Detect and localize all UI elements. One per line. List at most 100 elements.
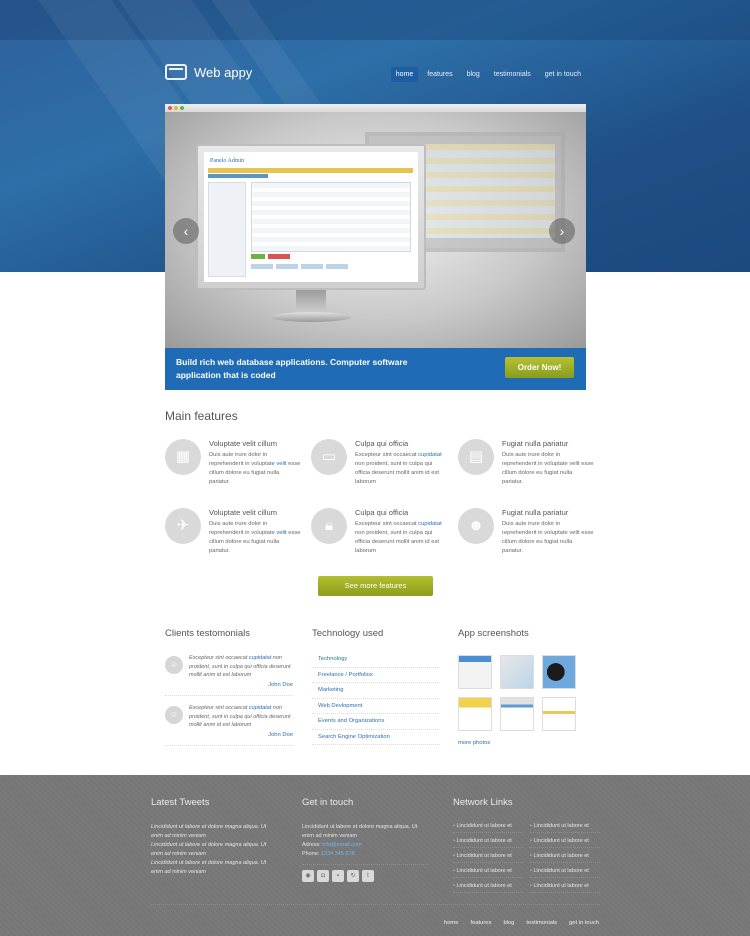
footer-nav-blog[interactable]: blog bbox=[503, 920, 514, 926]
testimonial-author[interactable]: John Doe bbox=[268, 682, 293, 688]
slide-caption: Build rich web database applications. Co… bbox=[165, 348, 586, 390]
testimonial-quote: Excepteur sint occaecat cupidatat non pr… bbox=[189, 655, 291, 678]
window-dot-icon bbox=[168, 106, 172, 110]
technology-link[interactable]: Web Devlopment bbox=[312, 699, 440, 714]
users-icon: ☻ bbox=[458, 508, 494, 544]
window-dot-icon bbox=[174, 106, 178, 110]
camera-icon[interactable]: ◘ bbox=[317, 870, 329, 882]
feature-item: ▤ Fugiat nulla pariatur Duis aute irure … bbox=[458, 439, 598, 499]
network-link[interactable]: Lincididunt ut labore et bbox=[453, 868, 523, 878]
feature-description: Duis aute irure dolor in reprehenderit i… bbox=[502, 521, 594, 554]
network-link[interactable]: Lincididunt ut labore et bbox=[453, 823, 523, 833]
more-photos-link[interactable]: more photos bbox=[458, 740, 490, 746]
technology-link[interactable]: Events and Organizations bbox=[312, 714, 440, 730]
feature-title: Fugiat nulla pariatur bbox=[502, 439, 569, 448]
feature-item: 🔒︎ Culpa qui officia Excepteur sint occa… bbox=[311, 508, 451, 568]
monitor-stand bbox=[296, 290, 326, 314]
network-link[interactable]: Lincididunt ut labore et bbox=[530, 868, 600, 878]
feature-item: ✈ Voluptate velit cillum Duis aute irure… bbox=[165, 508, 305, 568]
feature-link[interactable]: velit bbox=[276, 461, 286, 467]
documents-icon: ▤ bbox=[458, 439, 494, 475]
see-more-features-button[interactable]: See more features bbox=[318, 576, 433, 596]
technology-link[interactable]: Freelance / Portfolios bbox=[312, 668, 440, 683]
feature-link[interactable]: cupidatat bbox=[418, 521, 442, 527]
presentation-icon: ▦ bbox=[165, 439, 201, 475]
screen-sidebar bbox=[208, 182, 246, 277]
network-link[interactable]: Lincididunt ut labore et bbox=[530, 883, 600, 893]
address-label: Adress: bbox=[302, 842, 321, 848]
screen-table bbox=[251, 182, 411, 252]
feature-link[interactable]: cupidatat bbox=[418, 452, 442, 458]
nav-blog[interactable]: blog bbox=[462, 67, 485, 82]
quote-link[interactable]: cupidatat bbox=[249, 655, 271, 661]
feature-description: Duis aute irure dolor in reprehenderit i… bbox=[209, 452, 301, 485]
divider bbox=[302, 864, 428, 865]
user-avatar-icon: ☺ bbox=[165, 656, 183, 674]
feature-title: Culpa qui officia bbox=[355, 508, 409, 517]
rss-icon[interactable]: ◉ bbox=[302, 870, 314, 882]
screen-button bbox=[251, 254, 265, 259]
screenshot-thumbnail[interactable] bbox=[458, 697, 492, 731]
caption-text: Build rich web database applications. Co… bbox=[176, 357, 408, 380]
screen-button bbox=[268, 254, 290, 259]
nav-testimonials[interactable]: testimonials bbox=[489, 67, 536, 82]
tweet-item: Lincididunt ut labore et dolore magna al… bbox=[151, 842, 267, 857]
feature-link[interactable]: velit bbox=[276, 530, 286, 536]
screenshot-thumbnail[interactable] bbox=[500, 697, 534, 731]
user-avatar-icon: ☺ bbox=[165, 706, 183, 724]
nav-features[interactable]: features bbox=[422, 67, 457, 82]
network-link[interactable]: Lincididunt ut labore et bbox=[530, 838, 600, 848]
technology-heading: Technology used bbox=[312, 628, 384, 639]
screenshot-thumbnail[interactable] bbox=[542, 655, 576, 689]
network-link[interactable]: Lincididunt ut labore et bbox=[530, 853, 600, 863]
logo[interactable]: Web appy bbox=[165, 64, 252, 80]
network-link[interactable]: Lincididunt ut labore et bbox=[453, 853, 523, 863]
screen-menubar bbox=[208, 168, 413, 173]
footer-nav-get-in-touch[interactable]: get in touch bbox=[569, 920, 599, 926]
phone-value[interactable]: 1234 345 678 bbox=[321, 851, 355, 857]
flickr-icon[interactable]: ▪ bbox=[332, 870, 344, 882]
email-link[interactable]: info@email.com bbox=[322, 842, 362, 848]
network-link[interactable]: Lincididunt ut labore et bbox=[530, 823, 600, 833]
phone-label: Phone: bbox=[302, 851, 320, 857]
footer-nav-home[interactable]: home bbox=[444, 920, 459, 926]
tweets-heading: Latest Tweets bbox=[151, 797, 210, 808]
testimonial-author[interactable]: John Doe bbox=[268, 732, 293, 738]
hero-slider: Panelo Admin ‹ › Build rich web database… bbox=[165, 104, 586, 390]
screen-subbar bbox=[208, 174, 268, 178]
nav-get-in-touch[interactable]: get in touch bbox=[540, 67, 586, 82]
screen-tabs bbox=[251, 264, 351, 269]
testimonials-heading: Clients testomonials bbox=[165, 628, 251, 639]
feature-title: Culpa qui officia bbox=[355, 439, 409, 448]
testimonial-item: ☺ Excepteur sint occaecat cupidatat non … bbox=[165, 654, 293, 696]
technology-link[interactable]: Search Engine Optimization bbox=[312, 730, 440, 745]
footer-nav-features[interactable]: features bbox=[470, 920, 491, 926]
footer-nav-testimonials[interactable]: testimonials bbox=[526, 920, 557, 926]
testimonial-quote: Excepteur sint occaecat cupidatat non pr… bbox=[189, 705, 291, 728]
nav-home[interactable]: home bbox=[390, 67, 419, 82]
network-link[interactable]: Lincididunt ut labore et bbox=[453, 838, 523, 848]
chevron-left-icon[interactable]: ‹ bbox=[173, 218, 199, 244]
network-link[interactable]: Lincididunt ut labore et bbox=[453, 883, 523, 893]
technology-link[interactable]: Technology bbox=[312, 652, 440, 668]
screenshot-thumbnail[interactable] bbox=[542, 697, 576, 731]
feature-description: Excepteur sint occaecat cupidatat non pr… bbox=[355, 452, 442, 485]
slide-image: Panelo Admin ‹ › bbox=[165, 112, 586, 348]
technology-link[interactable]: Marketing bbox=[312, 683, 440, 699]
share-icon[interactable]: ↻ bbox=[347, 870, 359, 882]
tweet-item: Lincididunt ut labore et dolore magna al… bbox=[151, 860, 267, 875]
order-now-button[interactable]: Order Now! bbox=[505, 357, 574, 378]
feature-title: Fugiat nulla pariatur bbox=[502, 508, 569, 517]
twitter-icon[interactable]: t bbox=[362, 870, 374, 882]
quote-link[interactable]: cupidatat bbox=[249, 705, 271, 711]
screen-title: Panelo Admin bbox=[210, 158, 245, 164]
feature-item: ☻ Fugiat nulla pariatur Duis aute irure … bbox=[458, 508, 598, 568]
main-nav: home features blog testimonials get in t… bbox=[390, 67, 586, 82]
screenshot-thumbnail[interactable] bbox=[500, 655, 534, 689]
screenshot-thumbnail[interactable] bbox=[458, 655, 492, 689]
chevron-right-icon[interactable]: › bbox=[549, 218, 575, 244]
feature-title: Voluptate velit cillum bbox=[209, 439, 277, 448]
video-camera-icon: ▭ bbox=[311, 439, 347, 475]
tweet-item: Lincididunt ut labore et dolore magna al… bbox=[151, 824, 267, 839]
feature-item: ▦ Voluptate velit cillum Duis aute irure… bbox=[165, 439, 305, 499]
